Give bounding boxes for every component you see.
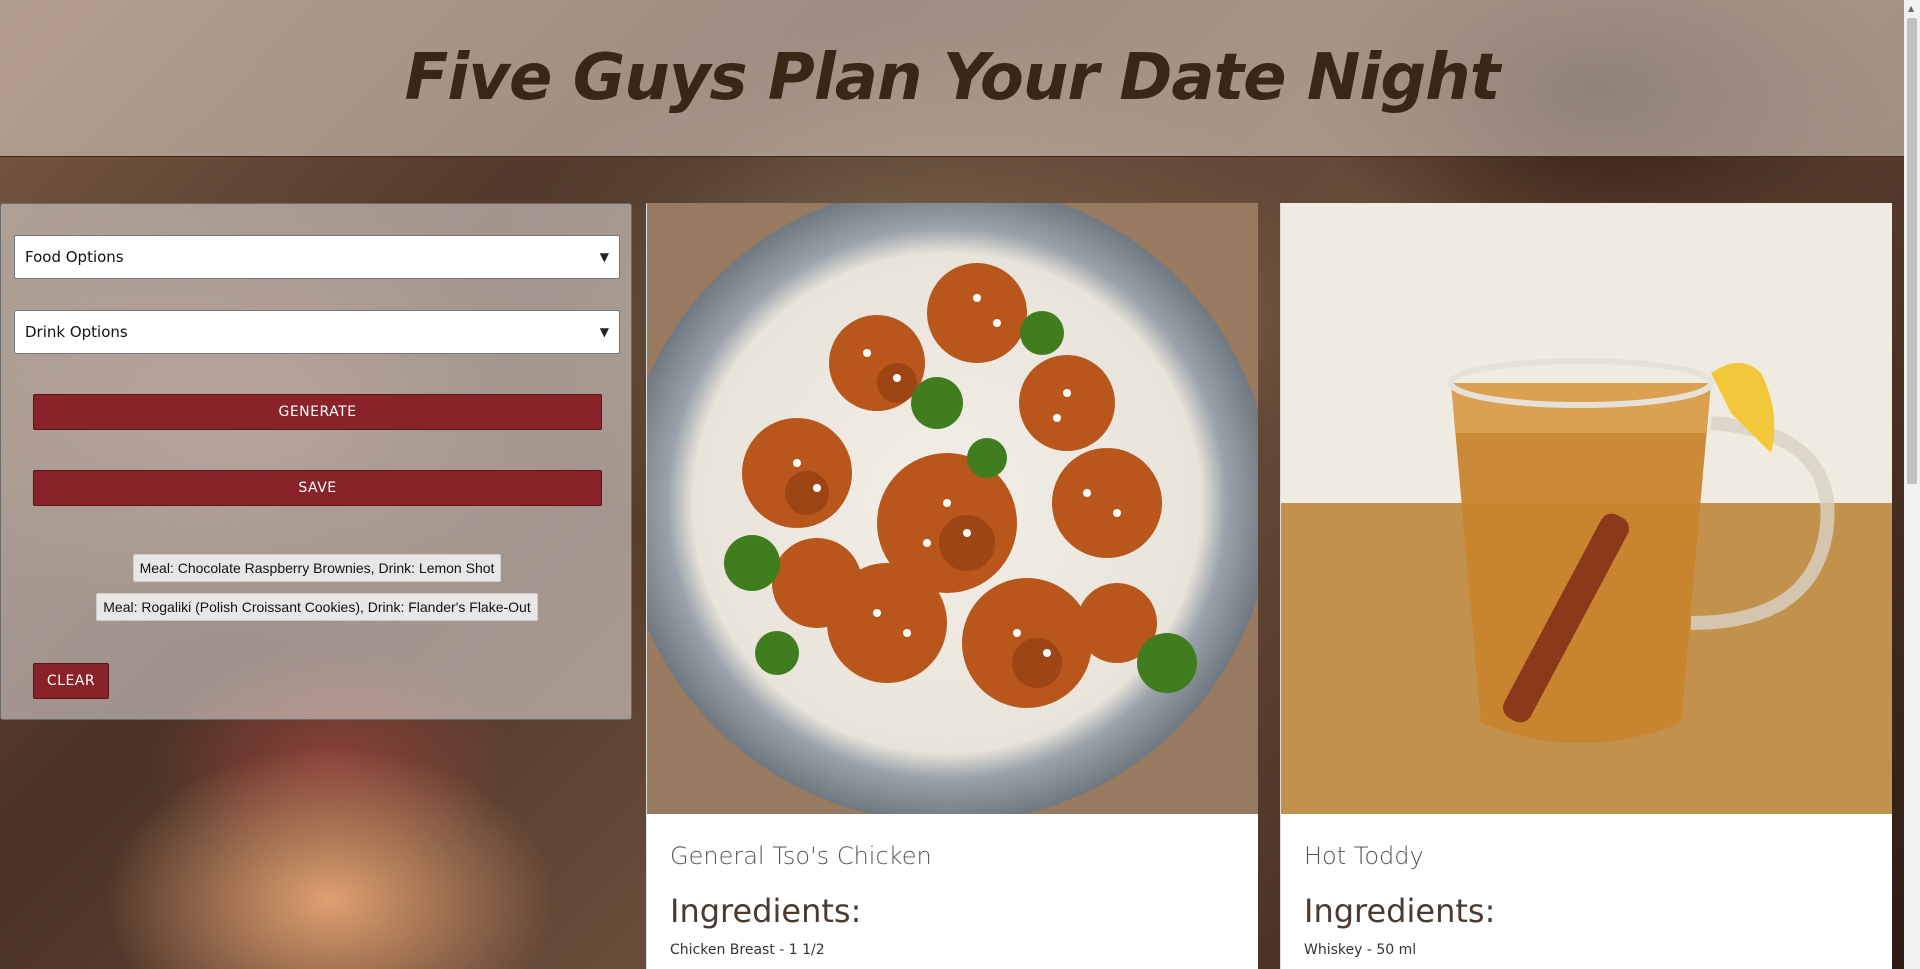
drink-card: Hot Toddy Ingredients: Whiskey - 50 ml bbox=[1280, 203, 1892, 969]
page-header: Five Guys Plan Your Date Night bbox=[0, 0, 1904, 157]
chevron-down-icon: ▼ bbox=[599, 325, 609, 339]
food-options-select[interactable]: Food Options ▼ bbox=[14, 235, 620, 279]
drink-image bbox=[1281, 203, 1892, 814]
drink-options-label: Drink Options bbox=[25, 323, 128, 341]
ingredient-item: Chicken Breast - 1 1/2 bbox=[670, 942, 825, 958]
food-image bbox=[647, 203, 1258, 814]
scroll-up-icon[interactable]: ▲ bbox=[1908, 4, 1914, 13]
saved-entry-1[interactable]: Meal: Chocolate Raspberry Brownies, Drin… bbox=[132, 554, 502, 582]
drink-options-select[interactable]: Drink Options ▼ bbox=[14, 310, 620, 354]
chevron-down-icon: ▼ bbox=[599, 250, 609, 264]
page-title: Five Guys Plan Your Date Night bbox=[404, 41, 1501, 115]
saved-list-item: Meal: Chocolate Raspberry Brownies, Drin… bbox=[1, 554, 633, 582]
food-card: General Tso's Chicken Ingredients: Chick… bbox=[646, 203, 1258, 969]
generate-button[interactable]: GENERATE bbox=[33, 394, 602, 430]
planner-panel: Food Options ▼ Drink Options ▼ GENERATE … bbox=[0, 203, 632, 720]
drink-name: Hot Toddy bbox=[1304, 842, 1424, 870]
food-options-label: Food Options bbox=[25, 248, 124, 266]
saved-list-item: Meal: Rogaliki (Polish Croissant Cookies… bbox=[1, 593, 633, 621]
ingredient-item: Whiskey - 50 ml bbox=[1304, 942, 1417, 958]
ingredients-heading: Ingredients: bbox=[670, 892, 862, 930]
ingredients-heading: Ingredients: bbox=[1304, 892, 1496, 930]
save-button[interactable]: SAVE bbox=[33, 470, 602, 506]
saved-entry-2[interactable]: Meal: Rogaliki (Polish Croissant Cookies… bbox=[96, 593, 538, 621]
page-scrollbar[interactable]: ▲ bbox=[1904, 0, 1920, 969]
food-name: General Tso's Chicken bbox=[670, 842, 932, 870]
clear-button[interactable]: CLEAR bbox=[33, 663, 109, 699]
scrollbar-thumb[interactable] bbox=[1907, 18, 1917, 484]
